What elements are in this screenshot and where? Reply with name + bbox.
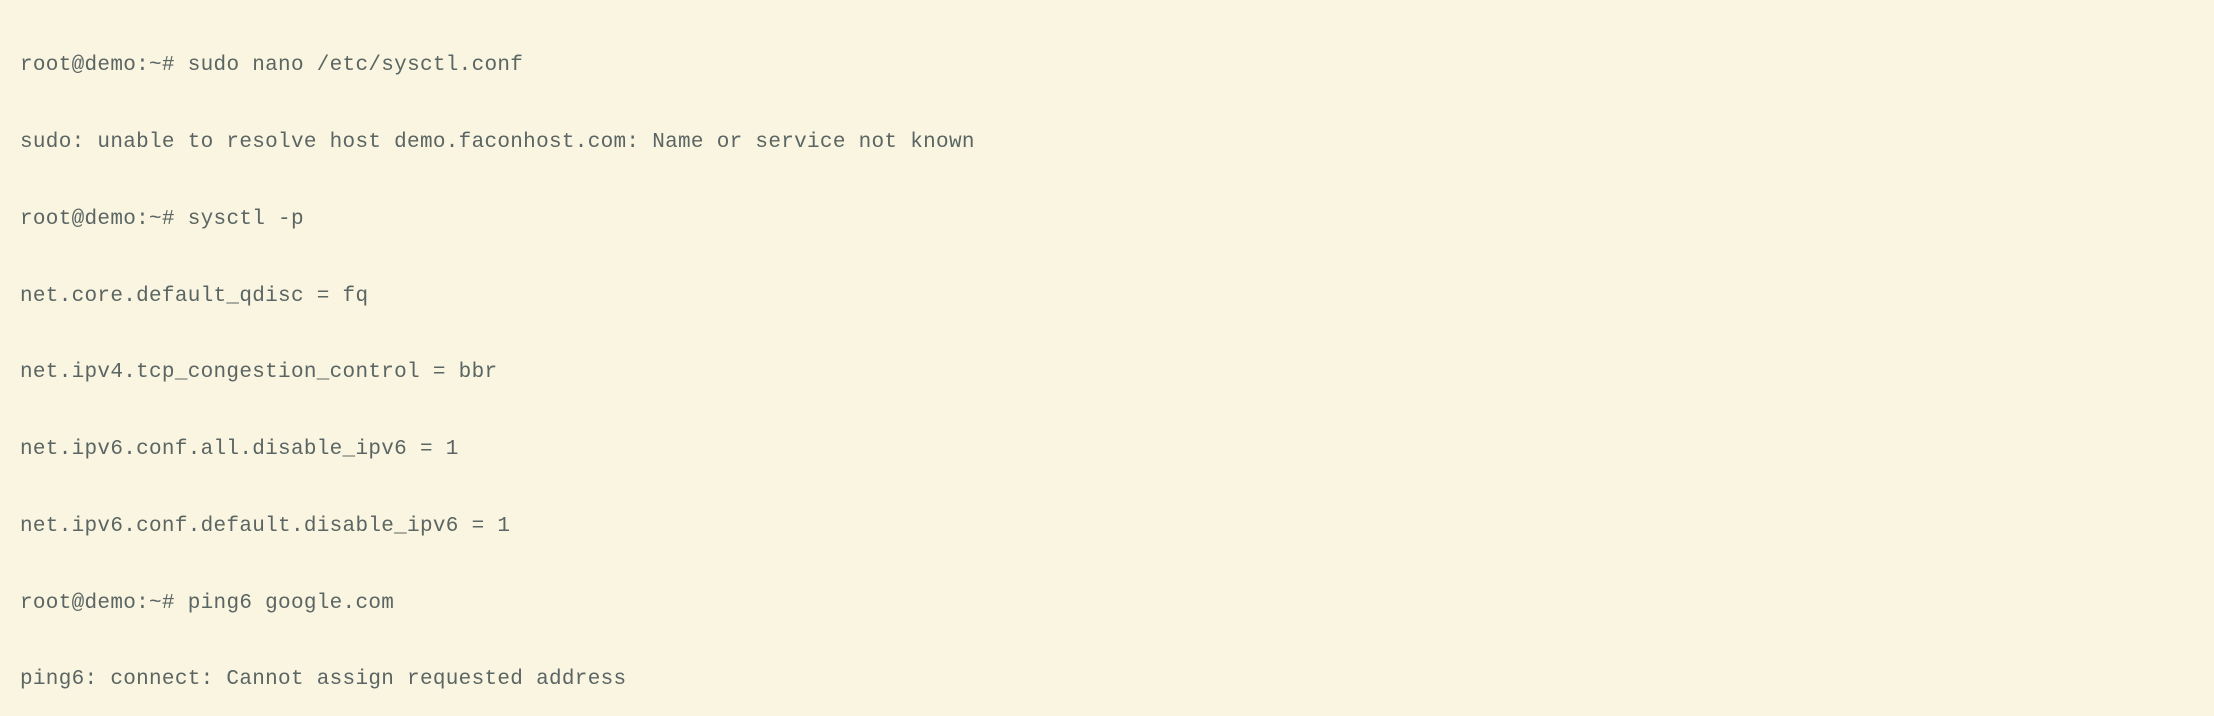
terminal-line: net.core.default_qdisc = fq <box>20 284 2194 310</box>
prompt: root@demo:~# <box>20 592 188 615</box>
output-text: net.ipv6.conf.default.disable_ipv6 = 1 <box>20 515 510 538</box>
command-text: sudo nano /etc/sysctl.conf <box>188 54 523 77</box>
command-text: ping6 google.com <box>188 592 394 615</box>
command-text: sysctl -p <box>188 208 304 231</box>
terminal-line: root@demo:~# ping6 google.com <box>20 591 2194 617</box>
terminal-line: net.ipv4.tcp_congestion_control = bbr <box>20 360 2194 386</box>
terminal-window[interactable]: root@demo:~# sudo nano /etc/sysctl.conf … <box>0 0 2214 716</box>
terminal-line: root@demo:~# sudo nano /etc/sysctl.conf <box>20 53 2194 79</box>
terminal-line: net.ipv6.conf.default.disable_ipv6 = 1 <box>20 514 2194 540</box>
output-text: sudo: unable to resolve host demo.faconh… <box>20 131 975 154</box>
output-text: net.core.default_qdisc = fq <box>20 285 368 308</box>
prompt: root@demo:~# <box>20 208 188 231</box>
output-text: net.ipv4.tcp_congestion_control = bbr <box>20 361 497 384</box>
output-text: ping6: connect: Cannot assign requested … <box>20 668 626 691</box>
output-text: net.ipv6.conf.all.disable_ipv6 = 1 <box>20 438 459 461</box>
prompt: root@demo:~# <box>20 54 188 77</box>
terminal-line: root@demo:~# sysctl -p <box>20 207 2194 233</box>
terminal-line: sudo: unable to resolve host demo.faconh… <box>20 130 2194 156</box>
terminal-line: net.ipv6.conf.all.disable_ipv6 = 1 <box>20 437 2194 463</box>
terminal-line: ping6: connect: Cannot assign requested … <box>20 667 2194 693</box>
